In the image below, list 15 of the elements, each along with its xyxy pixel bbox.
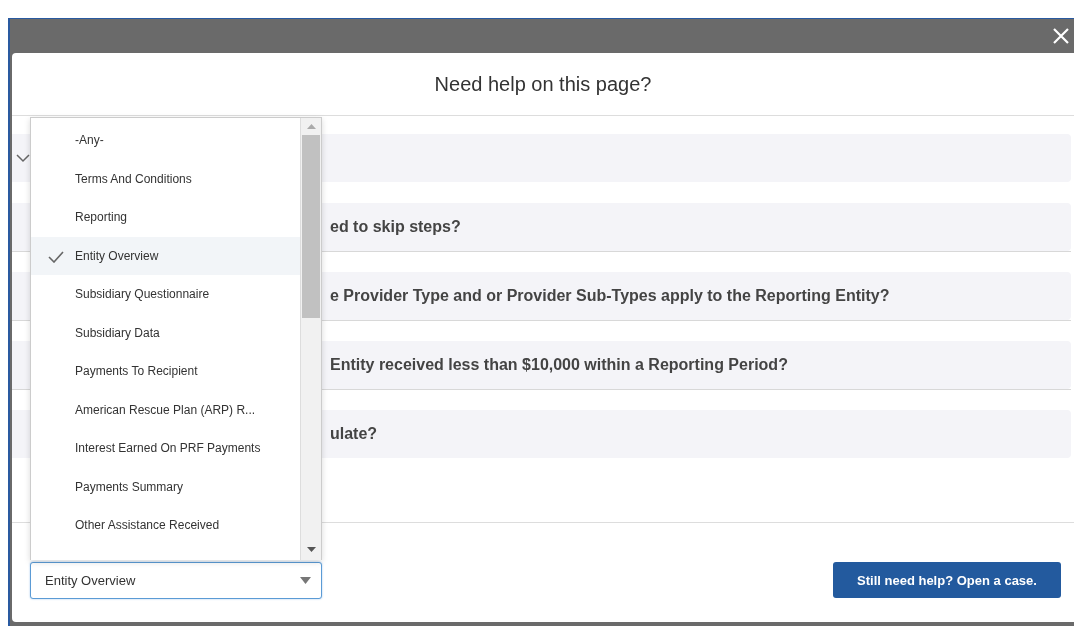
close-icon [1052,27,1070,45]
question-text: Entity received less than $10,000 within a Reporting Period? [330,356,788,374]
question-text: ed to skip steps? [330,218,461,236]
scrollbar[interactable] [300,118,321,560]
open-case-button[interactable]: Still need help? Open a case. [833,562,1061,598]
section-select[interactable]: Entity Overview [30,561,322,599]
question-text: e Provider Type and or Provider Sub-Types apply to the Reporting Entity? [330,287,890,305]
scroll-thumb[interactable] [302,135,320,318]
scroll-up-icon [306,124,316,129]
dialog-title: Need help on this page? [434,72,652,96]
caret-icon [300,576,311,584]
scroll-down-icon [306,547,316,552]
question-text: ulate? [330,425,378,443]
check-icon [48,250,64,263]
dropdown-option[interactable]: Entity Overview [31,236,300,275]
